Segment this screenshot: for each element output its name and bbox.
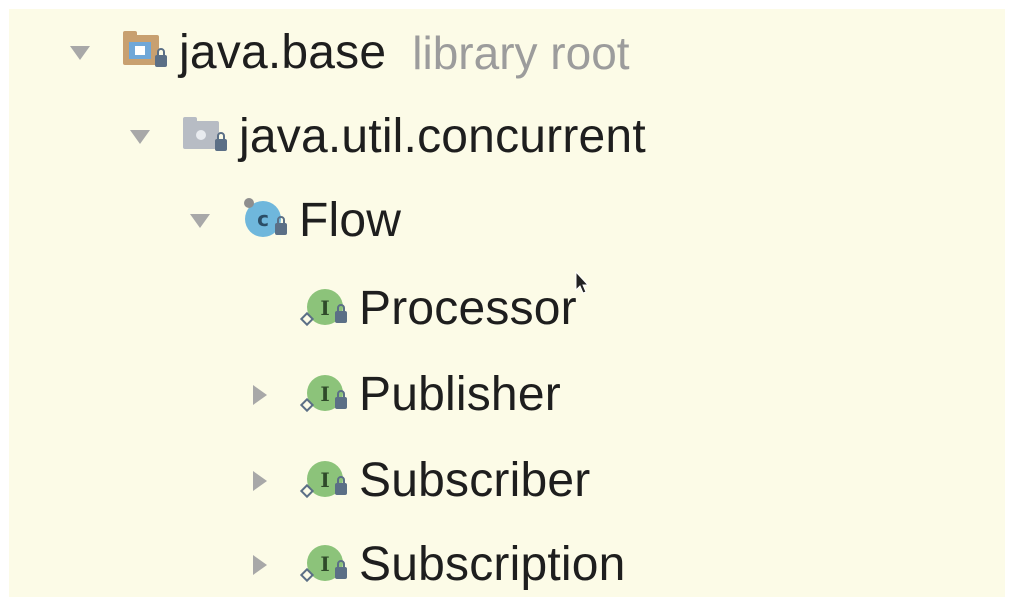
expand-arrow-down-icon[interactable] <box>125 122 155 152</box>
node-label: Subscriber <box>359 454 591 507</box>
interface-icon: I <box>299 281 355 337</box>
tree-node-java-base[interactable]: java.base library root <box>65 11 630 95</box>
svg-text:I: I <box>320 296 329 320</box>
node-sublabel: library root <box>412 27 630 79</box>
interface-icon: I <box>299 453 355 509</box>
svg-text:c: c <box>257 207 269 231</box>
node-label: java.util.concurrent <box>239 110 646 163</box>
project-tree-panel: java.base library root java.util.concurr… <box>9 9 1005 597</box>
mouse-cursor-icon <box>575 271 589 294</box>
tree-node-subscriber[interactable]: I Subscriber <box>245 439 590 523</box>
tree-node-publisher[interactable]: I Publisher <box>245 353 561 437</box>
node-label: java.base <box>179 26 387 79</box>
interface-icon: I <box>299 367 355 423</box>
node-label: Flow <box>299 194 402 247</box>
node-label: Subscription <box>359 538 626 591</box>
svg-text:I: I <box>320 468 329 492</box>
package-icon <box>179 109 235 165</box>
tree-node-java-util-concurrent[interactable]: java.util.concurrent <box>125 95 646 179</box>
project-tree: java.base library root java.util.concurr… <box>9 9 1005 597</box>
expand-arrow-down-icon[interactable] <box>185 206 215 236</box>
svg-text:I: I <box>320 382 329 406</box>
tree-node-processor[interactable]: I Processor <box>245 267 577 351</box>
module-folder-icon <box>119 25 175 81</box>
expand-arrow-right-icon[interactable] <box>245 380 275 410</box>
interface-icon: I <box>299 537 355 593</box>
node-label: Processor <box>359 282 577 335</box>
tree-node-subscription[interactable]: I Subscription <box>245 523 626 597</box>
node-label: Publisher <box>359 368 561 421</box>
expand-arrow-right-icon[interactable] <box>245 550 275 580</box>
tree-node-flow[interactable]: c Flow <box>185 179 401 263</box>
expand-arrow-down-icon[interactable] <box>65 38 95 68</box>
svg-text:I: I <box>320 552 329 576</box>
class-icon: c <box>239 193 295 249</box>
expand-arrow-right-icon[interactable] <box>245 466 275 496</box>
